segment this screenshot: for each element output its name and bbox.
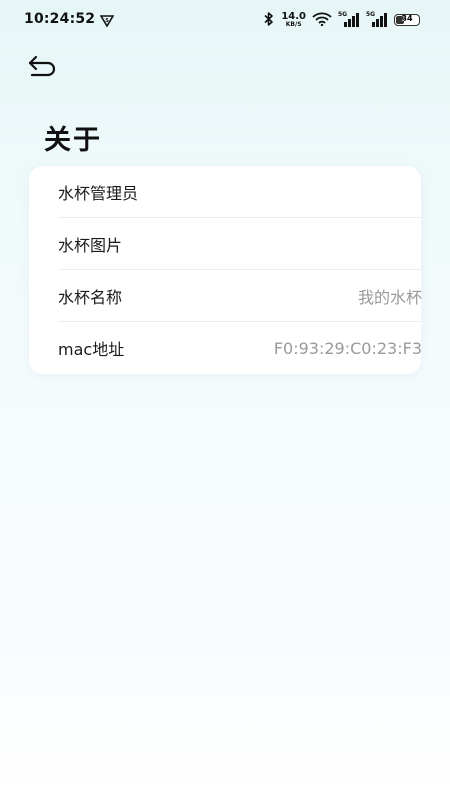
row-cup-admin-label: 水杯管理员 <box>58 184 139 203</box>
back-arrow-icon <box>28 55 56 77</box>
network-speed-unit: KB/S <box>285 21 302 28</box>
row-mac-address-value: F0:93:29:C0:23:F3 <box>273 338 422 358</box>
row-mac-address[interactable]: mac地址 F0:93:29:C0:23:F3 <box>58 322 422 374</box>
network-speed: 14.0 KB/S <box>281 12 306 28</box>
wifi-icon <box>312 11 332 30</box>
notification-icon: S <box>99 13 115 28</box>
cellular-signal-2-icon: 5G <box>366 11 388 27</box>
status-time: 10:24:52 <box>24 11 96 27</box>
info-card: 水杯管理员 水杯图片 水杯名称 我的水杯 mac地址 F0:93:29:C0:2… <box>29 166 422 374</box>
row-cup-name-value: 我的水杯 <box>357 288 422 307</box>
row-mac-address-label: mac地址 <box>58 340 125 359</box>
battery-level: 34 <box>401 14 413 23</box>
row-cup-picture-label: 水杯图片 <box>58 236 123 255</box>
row-cup-name[interactable]: 水杯名称 我的水杯 <box>58 270 422 322</box>
row-cup-admin[interactable]: 水杯管理员 <box>58 166 422 218</box>
row-cup-name-label: 水杯名称 <box>58 288 123 307</box>
status-icons: 14.0 KB/S 5G 5G 34 <box>263 10 420 30</box>
cellular-signal-1-icon: 5G <box>338 11 360 27</box>
page-title: 关于 <box>44 125 102 156</box>
status-bar: 10:24:52 S 14.0 KB/S 5G 5G 34 <box>0 0 450 40</box>
svg-text:S: S <box>105 18 109 24</box>
back-button[interactable] <box>26 52 60 80</box>
row-cup-picture[interactable]: 水杯图片 <box>58 218 422 270</box>
bluetooth-icon <box>263 11 275 30</box>
battery-icon: 34 <box>394 14 420 26</box>
